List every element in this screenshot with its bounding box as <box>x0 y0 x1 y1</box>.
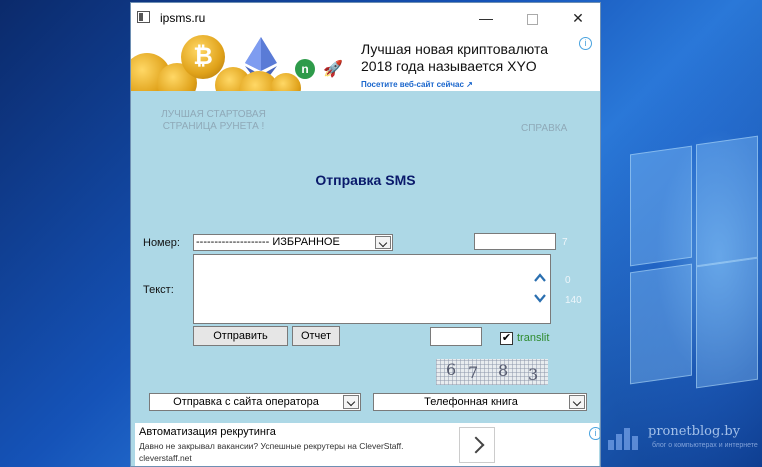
captcha-digit: 6 <box>446 360 457 379</box>
help-link[interactable]: СПРАВКА <box>521 123 567 134</box>
maximize-button[interactable] <box>509 3 555 33</box>
chevron-down-icon <box>569 395 585 409</box>
scroll-down-icon[interactable] <box>533 291 547 305</box>
favorites-select-value: -------------------- ИЗБРАННОЕ <box>196 236 340 248</box>
captcha-image: 6 7 8 3 <box>436 359 548 385</box>
chevron-down-icon <box>375 236 391 249</box>
chars-used: 0 <box>565 275 571 286</box>
scroll-up-icon[interactable] <box>533 271 547 285</box>
green-coin-icon: n <box>295 59 315 79</box>
chevron-right-icon[interactable] <box>459 427 495 463</box>
bottom-ad-title[interactable]: Автоматизация рекрутинга <box>139 426 276 438</box>
number-label: Номер: <box>143 237 180 249</box>
captcha-digit: 7 <box>468 363 479 382</box>
ad-info-icon[interactable]: i <box>579 37 592 50</box>
app-icon <box>137 11 150 23</box>
send-button[interactable]: Отправить <box>193 326 288 346</box>
ad-headline: Лучшая новая криптовалюта 2018 года назы… <box>361 41 549 74</box>
chars-max: 140 <box>565 295 582 306</box>
page-title: Отправка SMS <box>315 172 416 188</box>
watermark-site: pronetblog.by <box>648 424 741 439</box>
windows-logo-icon <box>620 135 760 400</box>
operator-send-select-value: Отправка с сайта оператора <box>173 396 319 408</box>
minimize-button[interactable]: — <box>463 3 509 33</box>
phonebook-select[interactable]: Телефонная книга <box>373 393 587 411</box>
close-button[interactable]: ✕ <box>555 3 600 33</box>
translit-label: translit <box>517 332 550 344</box>
maximize-icon <box>526 13 538 25</box>
ad-banner[interactable]: ₿ n 🚀 Лучшая новая криптовалюта 2018 год… <box>131 33 600 91</box>
ad-info-icon[interactable]: i <box>589 427 600 440</box>
text-label: Текст: <box>143 284 174 296</box>
browser-window: ipsms.ru — ✕ ₿ n 🚀 Лучшая новая криптова… <box>130 2 601 467</box>
desktop-watermark: pronetblog.by блог о компьютерах и интер… <box>608 420 758 460</box>
favorites-select[interactable]: -------------------- ИЗБРАННОЕ <box>193 234 393 251</box>
phone-number-input[interactable] <box>474 233 556 250</box>
watermark-tagline: блог о компьютерах и интернете <box>652 442 758 449</box>
captcha-digit: 3 <box>528 365 539 384</box>
translit-checkbox[interactable]: ✔ <box>500 332 513 345</box>
bottom-ad-url[interactable]: cleverstaff.net <box>139 453 192 463</box>
captcha-input[interactable] <box>430 327 482 346</box>
report-button[interactable]: Отчет <box>292 326 340 346</box>
home-page-link[interactable]: ЛУЧШАЯ СТАРТОВАЯ СТРАНИЦА РУНЕТА ! <box>156 109 271 133</box>
phonebook-select-value: Телефонная книга <box>424 396 518 408</box>
number-counter: 7 <box>562 237 568 248</box>
window-title: ipsms.ru <box>160 11 206 25</box>
bottom-ad-description: Давно не закрывал вакансии? Успешные рек… <box>139 441 404 451</box>
rocket-icon: 🚀 <box>323 61 343 78</box>
coin-icon <box>271 73 301 91</box>
chevron-down-icon <box>343 395 359 409</box>
ad-link[interactable]: Посетите веб-сайт сейчас ↗ <box>361 80 473 89</box>
title-bar[interactable]: ipsms.ru — ✕ <box>131 3 600 33</box>
message-textarea[interactable] <box>193 254 551 324</box>
watermark-logo-icon <box>608 428 640 450</box>
captcha-digit: 8 <box>498 361 509 380</box>
bottom-ad[interactable]: Автоматизация рекрутинга Давно не закрыв… <box>135 423 600 466</box>
operator-send-select[interactable]: Отправка с сайта оператора <box>149 393 361 411</box>
